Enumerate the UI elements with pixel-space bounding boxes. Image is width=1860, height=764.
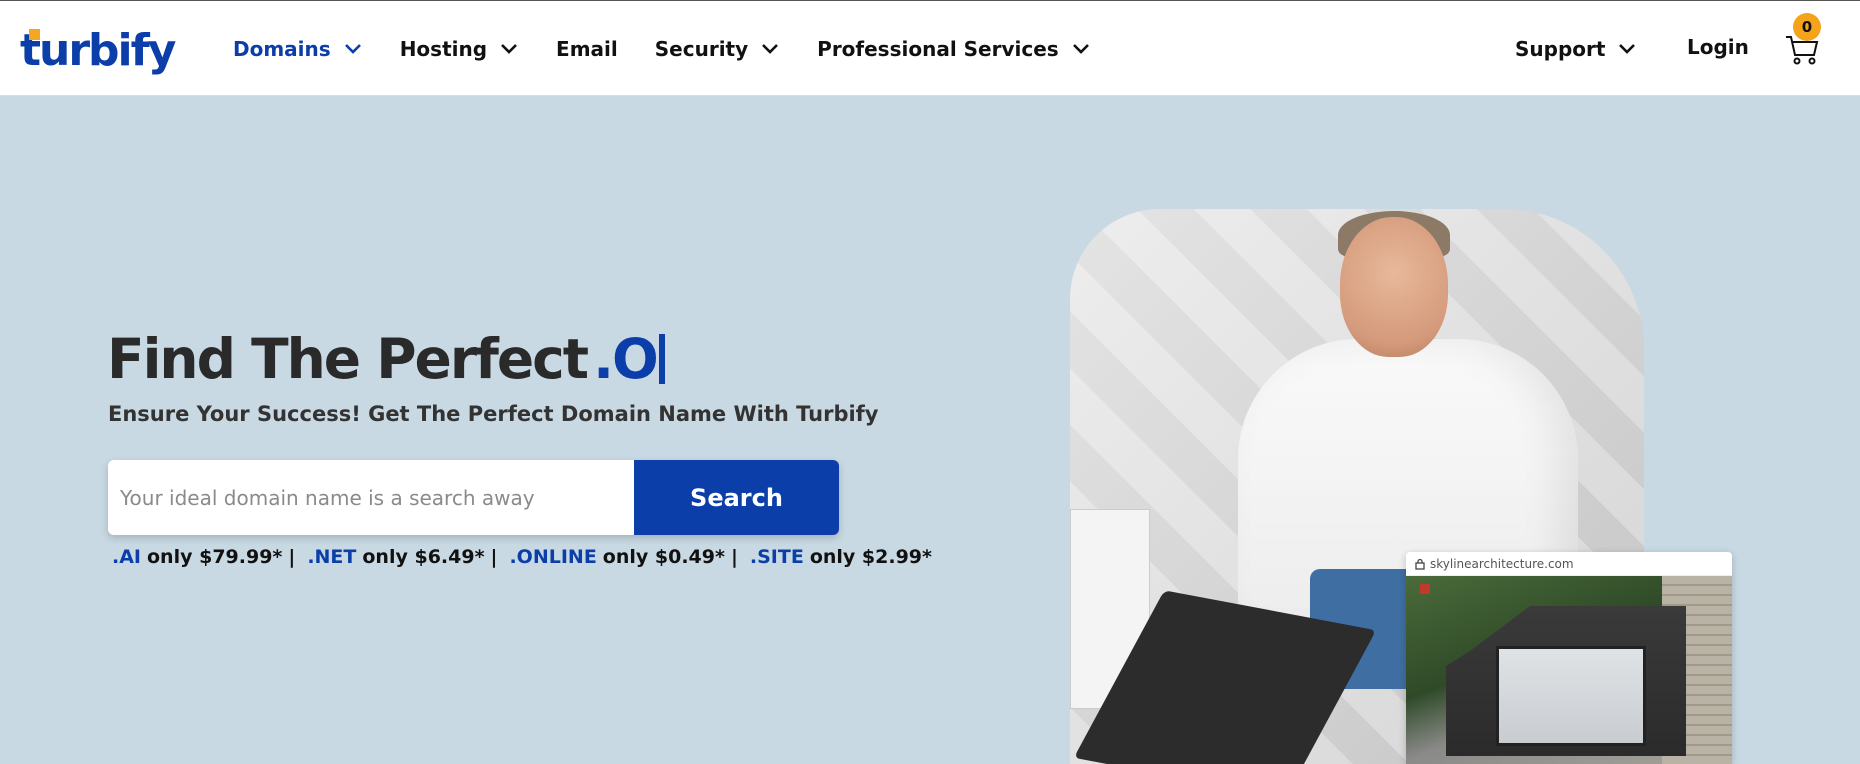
login-link[interactable]: Login (1687, 35, 1749, 59)
nav-support-label: Support (1515, 37, 1606, 61)
offer-net-price: only $6.49* (362, 546, 485, 568)
nav-professional-services[interactable]: Professional Services (817, 37, 1091, 61)
preview-site-logo (1420, 584, 1430, 594)
logo-wordmark: turbify (20, 25, 176, 76)
hero-title-text: Find The Perfect (107, 327, 589, 391)
offer-net-tld[interactable]: .NET (307, 546, 356, 568)
logo-accent-mark (29, 29, 40, 40)
house-window (1496, 646, 1646, 746)
nav-security-label: Security (654, 37, 749, 61)
site-header: turbify Domains Hosting Email Security P… (0, 0, 1860, 96)
chevron-down-icon (343, 42, 363, 56)
hero-title-tld: .O (593, 327, 659, 391)
nav-domains[interactable]: Domains (233, 37, 363, 61)
preview-url: skylinearchitecture.com (1430, 556, 1574, 571)
chevron-down-icon (1617, 42, 1637, 56)
domain-search-input[interactable] (108, 460, 634, 535)
cart-count-badge: 0 (1793, 13, 1821, 41)
main-nav: Domains Hosting Email Security Professio… (233, 1, 1128, 97)
domain-search-form: Search (108, 460, 839, 535)
nav-email-label: Email (556, 37, 618, 61)
typing-cursor (658, 334, 665, 384)
nav-security[interactable]: Security (655, 37, 780, 61)
hero-subtitle: Ensure Your Success! Get The Perfect Dom… (108, 402, 879, 426)
browser-address-bar: skylinearchitecture.com (1406, 552, 1732, 576)
website-preview-card: skylinearchitecture.com (1406, 552, 1732, 764)
tld-offers: .AI only $79.99* | .NET only $6.49* | .O… (112, 546, 932, 568)
offer-online-tld[interactable]: .ONLINE (509, 546, 596, 568)
nav-professional-services-label: Professional Services (817, 37, 1059, 61)
chevron-down-icon (1071, 42, 1091, 56)
person-head (1340, 217, 1448, 357)
preview-content (1406, 576, 1732, 764)
nav-hosting-label: Hosting (399, 37, 488, 61)
search-button[interactable]: Search (634, 460, 839, 535)
nav-domains-label: Domains (233, 37, 331, 61)
nav-hosting[interactable]: Hosting (400, 37, 519, 61)
offer-site-tld[interactable]: .SITE (750, 546, 804, 568)
nav-support[interactable]: Support (1515, 37, 1637, 61)
offer-online-price: only $0.49* (602, 546, 725, 568)
offer-separator: | (730, 546, 738, 568)
turbify-logo[interactable]: turbify (20, 25, 176, 77)
offer-site-price: only $2.99* (809, 546, 932, 568)
offer-ai-tld[interactable]: .AI (112, 546, 141, 568)
nav-email[interactable]: Email (556, 37, 618, 61)
offer-separator: | (288, 546, 296, 568)
chevron-down-icon (760, 42, 780, 56)
chevron-down-icon (499, 42, 519, 56)
lock-icon (1414, 558, 1426, 570)
offer-ai-price: only $79.99* (147, 546, 283, 568)
hero-title: Find The Perfect .O (107, 326, 665, 392)
offer-separator: | (490, 546, 498, 568)
